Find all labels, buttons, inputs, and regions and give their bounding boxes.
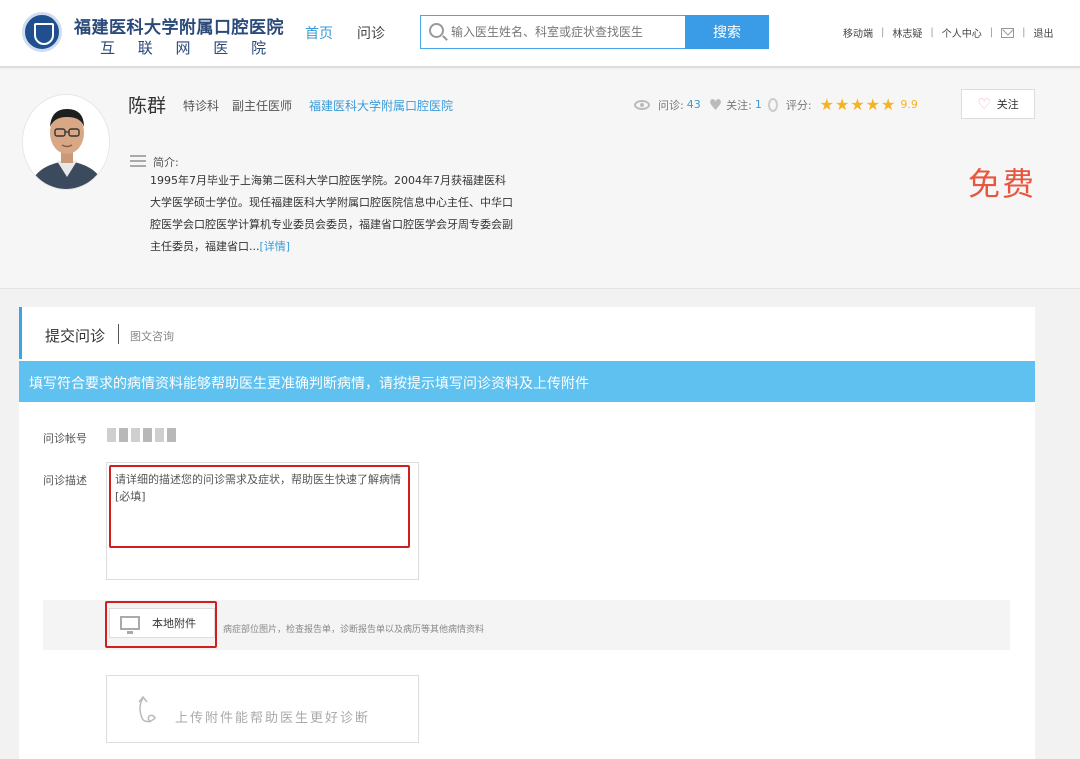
card-accent-bar (19, 307, 22, 359)
doctor-title: 副主任医师 (232, 99, 293, 113)
rating-stars: ★★★★★ (819, 95, 897, 114)
intro-label: 简介: (153, 156, 179, 169)
follow-button[interactable]: ♡ 关注 (961, 89, 1035, 119)
link-separator: | (881, 27, 885, 38)
upload-arrow-icon (138, 695, 156, 723)
mail-icon[interactable] (1001, 27, 1015, 38)
top-links: 移动端 | 林志疑 | 个人中心 | | 退出 (843, 25, 1054, 40)
search-button[interactable]: 搜索 (685, 15, 769, 49)
mobile-link[interactable]: 移动端 (843, 25, 873, 40)
form-title: 提交问诊 (45, 327, 106, 345)
account-value-blurred (107, 428, 187, 444)
heart-icon: ♥ (708, 95, 723, 114)
nav-consult-link[interactable]: 问诊 (357, 23, 385, 43)
heart-outline-icon: ♡ (977, 95, 991, 113)
hospital-name[interactable]: 福建医科大学附属口腔医院 (74, 13, 284, 38)
link-separator: | (1022, 27, 1026, 38)
intro-body: 1995年7月毕业于上海第二医科大学口腔医学院。2004年7月获福建医科大学医学… (150, 174, 513, 253)
consult-label: 问诊: (658, 98, 684, 112)
doctor-profile: 陈群 特诊科 副主任医师 福建医科大学附属口腔医院 问诊: 43 ♥ 关注: 1… (0, 70, 1080, 289)
price-label: 免费 (968, 165, 1037, 203)
doctor-stats: 问诊: 43 ♥ 关注: 1 评分: ★★★★★ 9.9 (634, 95, 918, 114)
hospital-subtitle: 互 联 网 医 院 (100, 39, 276, 57)
intro-text: 1995年7月毕业于上海第二医科大学口腔医学院。2004年7月获福建医科大学医学… (150, 170, 515, 258)
doctor-hospital-link[interactable]: 福建医科大学附属口腔医院 (309, 97, 453, 114)
search-input[interactable] (451, 22, 681, 42)
attachment-hint: 病症部位图片，检查报告单，诊断报告单以及病历等其他病情资料 (223, 625, 485, 635)
rating-label: 评分: (785, 98, 812, 112)
info-banner: 填写符合要求的病情资料能够帮助医生更准确判断病情，请按提示填写问诊资料及上传附件 (19, 361, 1035, 402)
doctor-name: 陈群 (128, 95, 167, 117)
doctor-avatar (22, 94, 110, 190)
upload-hint-text: 上传附件能帮助医生更好诊断 (175, 711, 371, 726)
top-header: 福建医科大学附属口腔医院 互 联 网 医 院 首页 问诊 搜索 移动端 | 林志… (0, 0, 1080, 68)
link-separator: | (930, 27, 934, 38)
banner-text: 填写符合要求的病情资料能够帮助医生更准确判断病情，请按提示填写问诊资料及上传附件 (29, 376, 589, 392)
consult-form-card: 提交问诊 图文咨询 填写符合要求的病情资料能够帮助医生更准确判断病情，请按提示填… (19, 307, 1035, 759)
doctor-photo (23, 95, 109, 189)
user-name-link[interactable]: 林志疑 (892, 25, 922, 40)
doctor-department: 特诊科 (183, 99, 220, 113)
follow-button-label: 关注 (996, 98, 1019, 111)
description-label: 问诊描述 (43, 474, 87, 487)
nav-home-link[interactable]: 首页 (305, 23, 333, 43)
list-icon (130, 155, 146, 167)
follow-count: 1 (754, 98, 762, 111)
search-box (420, 15, 688, 49)
upload-hint-box: 上传附件能帮助医生更好诊断 (106, 675, 419, 743)
account-label: 问诊帐号 (43, 432, 87, 445)
link-separator: | (989, 27, 994, 38)
medal-icon (767, 97, 778, 112)
search-icon (429, 23, 444, 38)
eye-icon (634, 99, 650, 110)
description-highlight-box (109, 465, 410, 548)
intro-details-link[interactable]: [详情] (260, 240, 291, 253)
form-subtitle: 图文咨询 (130, 330, 174, 343)
logout-link[interactable]: 退出 (1034, 25, 1054, 40)
hospital-logo-icon[interactable] (22, 12, 62, 52)
personal-center-link[interactable]: 个人中心 (942, 25, 982, 40)
rating-score: 9.9 (900, 98, 918, 111)
attachment-highlight-box (105, 601, 217, 648)
title-divider (118, 324, 119, 344)
consult-count: 43 (686, 98, 701, 111)
follow-label: 关注: (726, 98, 752, 112)
